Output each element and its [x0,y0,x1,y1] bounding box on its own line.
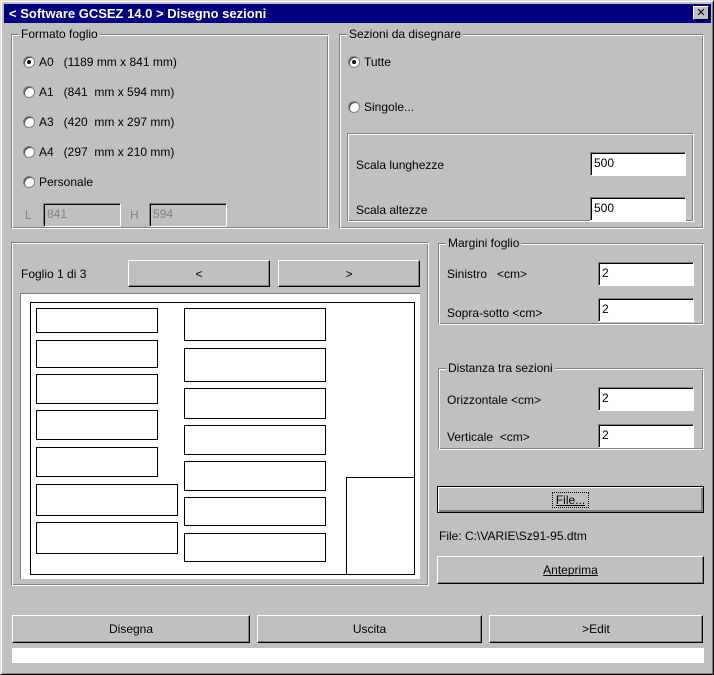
radio-singole[interactable]: Singole... [348,99,414,115]
disegna-button[interactable]: Disegna [12,615,250,643]
close-icon[interactable]: ✕ [693,6,709,20]
radio-a0-label: A0 (1189 mm x 841 mm) [39,55,177,69]
sheet-outline [30,302,415,575]
edit-button[interactable]: >Edit [489,615,703,643]
cartiglio-box [346,477,415,575]
radio-a1-button[interactable] [23,86,35,98]
scala-altezze-input[interactable]: 500 [590,197,686,221]
scala-lunghezze-label: Scala lunghezze [356,158,445,172]
h-input[interactable]: 594 [149,203,227,227]
h-label: H [130,208,139,222]
radio-personale-button[interactable] [23,176,35,188]
section-box [184,308,326,341]
dialog-window: < Software GCSEZ 14.0 > Disegno sezioni … [0,0,714,675]
file-path: File: C:\VARIE\Sz91-95.dtm [439,529,587,543]
anteprima-button[interactable]: Anteprima [437,556,704,584]
sopra-sotto-label: Sopra-sotto <cm> [447,306,543,320]
radio-a3-button[interactable] [23,116,35,128]
radio-a4[interactable]: A4 (297 mm x 210 mm) [23,144,174,160]
radio-a1-label: A1 (841 mm x 594 mm) [39,85,175,99]
sinistro-input[interactable]: 2 [598,262,694,286]
margini-legend: Margini foglio [446,236,522,250]
verticale-input[interactable]: 2 [598,424,694,448]
radio-personale-label: Personale [39,175,94,189]
file-button[interactable]: File... [437,486,704,513]
uscita-button[interactable]: Uscita [257,615,482,643]
prev-page-button[interactable]: < [128,260,270,287]
section-box [184,348,326,382]
radio-a3-label: A3 (420 mm x 297 mm) [39,115,175,129]
verticale-label: Verticale <cm> [447,430,530,444]
section-box [36,447,158,477]
section-box [184,533,326,562]
orizzontale-label: Orizzontale <cm> [447,393,542,407]
uscita-button-label: Uscita [352,622,387,636]
radio-a3[interactable]: A3 (420 mm x 297 mm) [23,114,174,130]
scala-altezze-label: Scala altezze [356,203,428,217]
file-button-label: File... [551,491,590,508]
distanza-legend: Distanza tra sezioni [446,361,555,375]
section-box [36,374,158,404]
sinistro-label: Sinistro <cm> [447,267,528,281]
section-box [36,340,158,368]
disegna-button-label: Disegna [108,622,154,636]
section-box [184,461,326,491]
radio-singole-label: Singole... [364,100,415,114]
edit-button-label: >Edit [582,622,610,636]
sezioni-legend: Sezioni da disegnare [347,27,464,41]
window-title: < Software GCSEZ 14.0 > Disegno sezioni [9,6,267,21]
radio-a4-button[interactable] [23,146,35,158]
title-bar: < Software GCSEZ 14.0 > Disegno sezioni … [4,4,711,23]
chevron-left-icon: < [195,266,203,281]
radio-tutte-button[interactable] [348,56,360,68]
next-page-button[interactable]: > [278,260,420,287]
radio-singole-button[interactable] [348,101,360,113]
section-box [184,388,326,419]
l-label: L [25,208,32,222]
sheet-preview [20,293,420,579]
anteprima-button-label: Anteprima [543,563,598,577]
radio-personale[interactable]: Personale [23,174,93,190]
section-box [36,484,178,516]
radio-a0-button[interactable] [23,56,35,68]
section-box [36,308,158,333]
status-bar [12,648,704,663]
scala-lunghezze-input[interactable]: 500 [590,152,686,176]
section-box [36,522,178,554]
formato-foglio-legend: Formato foglio [19,27,100,41]
section-box [184,425,326,455]
radio-a0[interactable]: A0 (1189 mm x 841 mm) [23,54,177,70]
radio-tutte-label: Tutte [364,55,391,69]
foglio-label: Foglio 1 di 3 [21,267,87,281]
section-box [36,410,158,440]
radio-a4-label: A4 (297 mm x 210 mm) [39,145,175,159]
l-input[interactable]: 841 [43,203,121,227]
orizzontale-input[interactable]: 2 [598,387,694,411]
radio-tutte[interactable]: Tutte [348,54,391,70]
section-box [184,497,326,526]
chevron-right-icon: > [345,266,353,281]
radio-a1[interactable]: A1 (841 mm x 594 mm) [23,84,174,100]
sopra-sotto-input[interactable]: 2 [598,298,694,322]
